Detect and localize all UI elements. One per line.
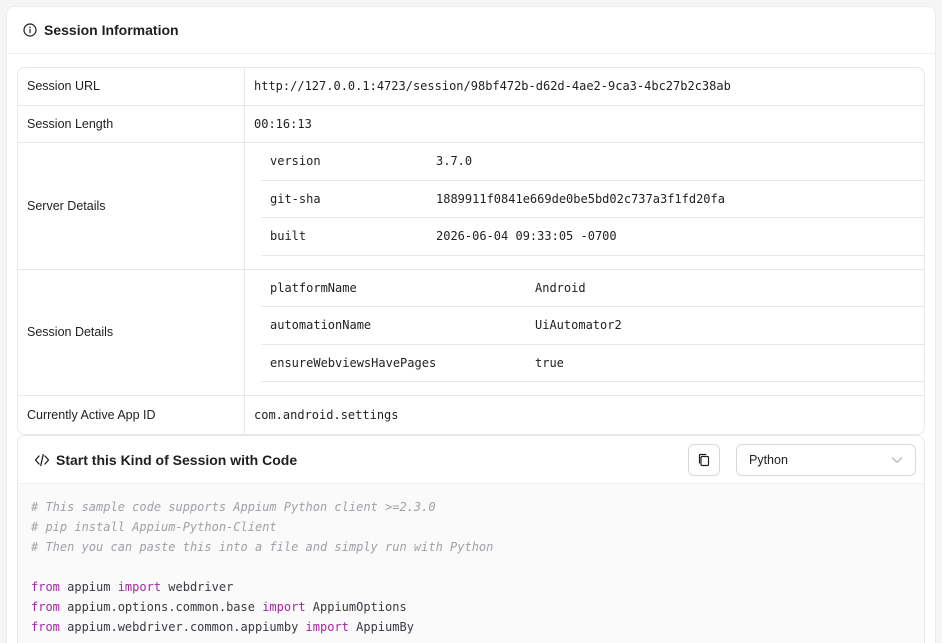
session-details-table: platformName Android automationName UiAu…: [245, 270, 924, 396]
code-token: appium.webdriver.common.appiumby: [59, 620, 306, 634]
nested-row: ensureWebviewsHavePages true: [261, 345, 924, 382]
copy-code-button[interactable]: [688, 444, 720, 476]
nested-row: platformName Android: [261, 270, 924, 307]
session-url-value: http://127.0.0.1:4723/session/98bf472b-d…: [254, 79, 731, 94]
code-card-title: Start this Kind of Session with Code: [56, 451, 298, 468]
code-keyword: from: [31, 600, 60, 614]
nested-value: Android: [535, 280, 586, 295]
table-row-server-details: Server Details version 3.7.0 git-sha 188…: [18, 143, 924, 270]
code-token: webdriver: [161, 580, 234, 594]
nested-value: 2026-06-04 09:33:05 -0700: [436, 229, 617, 244]
nested-key: automationName: [270, 318, 372, 333]
code-keyword: from: [31, 580, 60, 594]
session-information-panel: Session Information Session URL http://1…: [6, 6, 936, 643]
info-icon: [23, 23, 37, 37]
nested-key: version: [270, 154, 321, 169]
code-card: Start this Kind of Session with Code Pyt…: [17, 435, 925, 643]
panel-header: Session Information: [7, 7, 935, 54]
code-keyword: import: [305, 620, 349, 634]
row-label: Currently Active App ID: [18, 396, 245, 434]
nested-value: 3.7.0: [436, 154, 473, 169]
nested-row: version 3.7.0: [261, 143, 924, 181]
code-keyword: import: [262, 600, 306, 614]
nested-row: built 2026-06-04 09:33:05 -0700: [261, 218, 924, 256]
language-select[interactable]: Python: [736, 444, 916, 476]
table-row-active-app: Currently Active App ID com.android.sett…: [18, 396, 924, 434]
nested-key: platformName: [270, 280, 357, 295]
code-line: from appium import webdriver: [31, 577, 924, 597]
nested-row: automationName UiAutomator2: [261, 307, 924, 345]
row-label: Session Length: [18, 105, 245, 142]
language-select-value: Python: [749, 453, 788, 467]
code-keyword: from: [31, 620, 60, 634]
code-token: appium: [59, 580, 118, 594]
code-card-header: Start this Kind of Session with Code Pyt…: [18, 436, 924, 484]
table-row-session-details: Session Details platformName Android aut…: [18, 269, 924, 396]
code-snippet: # This sample code supports Appium Pytho…: [18, 484, 924, 643]
session-length-value: 00:16:13: [254, 116, 312, 131]
code-line: # pip install Appium-Python-Client: [31, 520, 277, 534]
nested-value: UiAutomator2: [535, 318, 622, 333]
code-keyword: import: [117, 580, 162, 594]
nested-value: 1889911f0841e669de0be5bd02c737a3f1fd20fa: [436, 191, 725, 206]
row-label: Session Details: [18, 269, 245, 395]
code-line: # This sample code supports Appium Pytho…: [31, 500, 436, 514]
code-token: appium.options.common.base: [59, 600, 263, 614]
code-line: from appium.options.common.base import A…: [31, 597, 924, 617]
row-label: Session URL: [18, 68, 245, 105]
session-info-table: Session URL http://127.0.0.1:4723/sessio…: [17, 67, 925, 435]
code-token: AppiumBy: [348, 620, 414, 634]
panel-title: Session Information: [44, 22, 179, 38]
code-line: # Then you can paste this into a file an…: [31, 540, 494, 554]
nested-key: ensureWebviewsHavePages: [270, 355, 437, 370]
table-row-session-length: Session Length 00:16:13: [18, 105, 924, 143]
code-icon: [34, 452, 50, 468]
nested-key: git-sha: [270, 191, 321, 206]
nested-value: true: [535, 355, 564, 370]
active-app-value: com.android.settings: [254, 407, 399, 422]
row-label: Server Details: [18, 143, 245, 269]
server-details-table: version 3.7.0 git-sha 1889911f0841e669de…: [245, 143, 924, 269]
nested-row: git-sha 1889911f0841e669de0be5bd02c737a3…: [261, 181, 924, 218]
table-row-session-url: Session URL http://127.0.0.1:4723/sessio…: [18, 68, 924, 106]
code-line: from appium.webdriver.common.appiumby im…: [31, 617, 924, 637]
chevron-down-icon: [891, 454, 903, 466]
code-token: AppiumOptions: [305, 600, 407, 614]
nested-key: built: [270, 229, 307, 244]
copy-icon: [697, 453, 711, 467]
